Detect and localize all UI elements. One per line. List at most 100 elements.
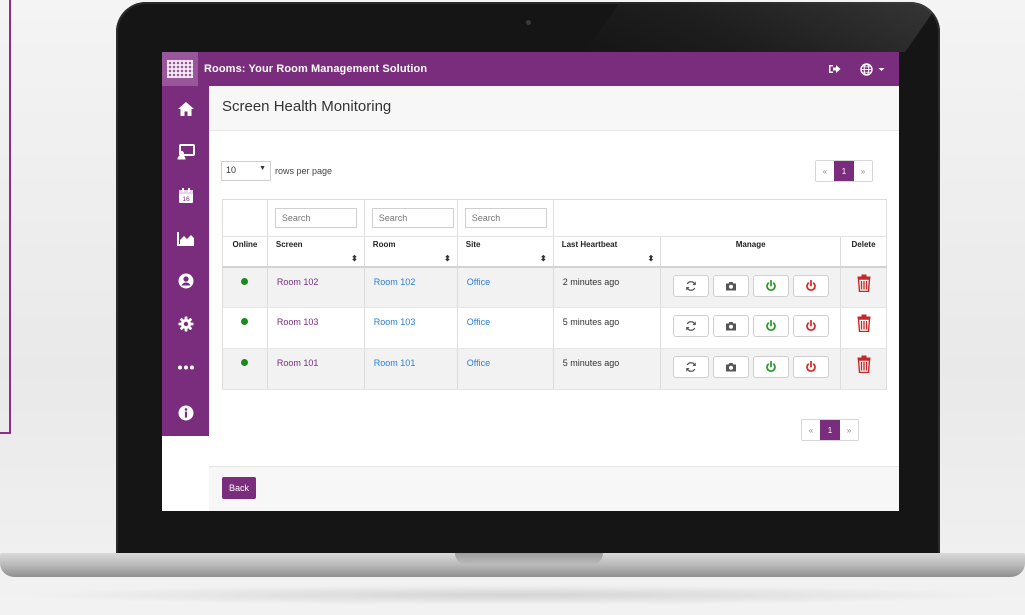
rows-per-page-value: 10 bbox=[226, 165, 237, 175]
refresh-button[interactable] bbox=[672, 315, 709, 337]
refresh-button[interactable] bbox=[672, 274, 709, 297]
page-header: Screen Health Monitoring bbox=[209, 86, 899, 131]
sidebar-item-info[interactable] bbox=[162, 396, 209, 430]
column-header-site[interactable]: Site ⬍ bbox=[457, 236, 554, 268]
pagination-bottom: « 1 » bbox=[801, 419, 859, 441]
user-circle-icon bbox=[178, 273, 193, 289]
column-header-screen[interactable]: Screen ⬍ bbox=[267, 236, 365, 268]
search-site-input[interactable] bbox=[464, 208, 547, 228]
logout-icon[interactable] bbox=[827, 62, 841, 76]
laptop-notch bbox=[455, 553, 603, 565]
screen-cell: Room 103 bbox=[267, 307, 365, 349]
site-link[interactable]: Office bbox=[459, 358, 490, 368]
calendar-day-label: 16 bbox=[182, 196, 190, 203]
sidebar-item-calendar[interactable]: 16 bbox=[162, 178, 209, 212]
sidebar-item-screens[interactable] bbox=[162, 135, 209, 169]
camera-icon bbox=[725, 363, 736, 372]
pagination-next[interactable]: » bbox=[840, 420, 858, 440]
calendar-icon: 16 bbox=[178, 187, 193, 203]
refresh-icon bbox=[685, 321, 696, 331]
power-off-button[interactable] bbox=[792, 356, 829, 378]
power-off-button[interactable] bbox=[792, 274, 829, 297]
delete-button[interactable] bbox=[842, 274, 885, 292]
sidebar-item-home[interactable] bbox=[162, 92, 209, 126]
sort-icon: ⬍ bbox=[647, 253, 655, 263]
online-cell bbox=[222, 266, 268, 308]
pagination-prev[interactable]: « bbox=[802, 420, 820, 440]
refresh-icon bbox=[685, 280, 696, 291]
column-header-manage: Manage bbox=[660, 236, 842, 268]
screen-link[interactable]: Room 102 bbox=[269, 277, 319, 287]
screen-cell: Room 101 bbox=[267, 348, 365, 390]
column-header-room[interactable]: Room ⬍ bbox=[364, 236, 458, 268]
side-frame-decoration bbox=[0, 0, 11, 434]
pagination-page[interactable]: 1 bbox=[834, 161, 854, 181]
room-link[interactable]: Room 103 bbox=[366, 317, 416, 327]
sidebar-item-profile[interactable] bbox=[162, 264, 209, 298]
screen-link[interactable]: Room 103 bbox=[269, 317, 319, 327]
manage-buttons bbox=[662, 315, 839, 337]
search-cell-site bbox=[457, 199, 554, 237]
screens-table: Online Screen ⬍ Room ⬍ Site ⬍ Last Heartbea… bbox=[222, 199, 887, 390]
screen-cell: Room 102 bbox=[267, 266, 365, 308]
sidebar-item-settings[interactable] bbox=[162, 307, 209, 341]
power-on-button[interactable] bbox=[752, 315, 789, 337]
screenshot-button[interactable] bbox=[712, 315, 749, 337]
manage-buttons bbox=[662, 274, 839, 297]
rows-per-page-label: rows per page bbox=[275, 166, 333, 176]
delete-cell bbox=[840, 266, 887, 308]
table-row: Room 103 Room 103 Office 5 minutes ago bbox=[222, 307, 887, 349]
column-header-delete: Delete bbox=[840, 236, 887, 268]
screenshot-button[interactable] bbox=[712, 274, 749, 297]
site-link[interactable]: Office bbox=[459, 277, 490, 287]
heartbeat-cell: 2 minutes ago bbox=[553, 266, 662, 308]
back-button[interactable]: Back bbox=[222, 477, 256, 499]
camera-icon bbox=[725, 322, 736, 331]
site-link[interactable]: Office bbox=[459, 317, 490, 327]
pagination-prev[interactable]: « bbox=[816, 161, 834, 181]
page-title: Screen Health Monitoring bbox=[222, 98, 392, 115]
power-on-button[interactable] bbox=[752, 274, 789, 297]
column-header-heartbeat[interactable]: Last Heartbeat ⬍ bbox=[553, 236, 662, 268]
online-cell bbox=[222, 307, 268, 349]
pagination-next[interactable]: » bbox=[854, 161, 872, 181]
lid-glare bbox=[584, 2, 940, 52]
power-on-icon bbox=[765, 279, 776, 291]
search-room-input[interactable] bbox=[371, 208, 454, 228]
page-footer: Back bbox=[209, 466, 899, 511]
app-title: Rooms: Your Room Management Solution bbox=[204, 63, 428, 75]
power-off-icon bbox=[805, 320, 816, 332]
screenshot-button[interactable] bbox=[712, 356, 749, 378]
select-arrow-icon: ▼ bbox=[259, 165, 266, 172]
main-content: Screen Health Monitoring 10 ▼ rows per p… bbox=[209, 86, 899, 511]
pagination-page[interactable]: 1 bbox=[820, 420, 840, 440]
rows-per-page-select[interactable]: 10 ▼ bbox=[221, 161, 271, 181]
topbar-actions bbox=[827, 52, 885, 86]
language-menu[interactable] bbox=[859, 62, 885, 76]
heartbeat-text: 5 minutes ago bbox=[562, 358, 620, 368]
search-screen-input[interactable] bbox=[274, 208, 357, 228]
sidebar-item-more[interactable] bbox=[162, 350, 209, 384]
search-cell-empty bbox=[222, 199, 268, 237]
logo-grid-icon bbox=[167, 60, 193, 78]
room-link[interactable]: Room 102 bbox=[366, 277, 416, 287]
online-status-icon bbox=[241, 359, 249, 366]
ellipsis-icon bbox=[177, 365, 194, 369]
trash-icon bbox=[857, 274, 871, 292]
delete-button[interactable] bbox=[842, 355, 885, 373]
screen-link[interactable]: Room 101 bbox=[269, 358, 319, 368]
refresh-button[interactable] bbox=[672, 356, 709, 378]
camera-icon bbox=[725, 281, 736, 290]
search-cell-rest bbox=[553, 199, 887, 237]
sidebar-item-reports[interactable] bbox=[162, 221, 209, 255]
top-bar: Rooms: Your Room Management Solution bbox=[162, 52, 899, 86]
power-off-button[interactable] bbox=[792, 315, 829, 337]
delete-button[interactable] bbox=[842, 314, 885, 332]
power-on-button[interactable] bbox=[752, 356, 789, 378]
room-link[interactable]: Room 101 bbox=[366, 358, 416, 368]
table-row: Room 101 Room 101 Office 5 minutes ago bbox=[222, 348, 887, 390]
search-cell-room bbox=[364, 199, 458, 237]
trash-icon bbox=[857, 355, 871, 373]
heartbeat-text: 5 minutes ago bbox=[562, 317, 620, 327]
column-header-screen-label: Screen bbox=[275, 240, 303, 249]
